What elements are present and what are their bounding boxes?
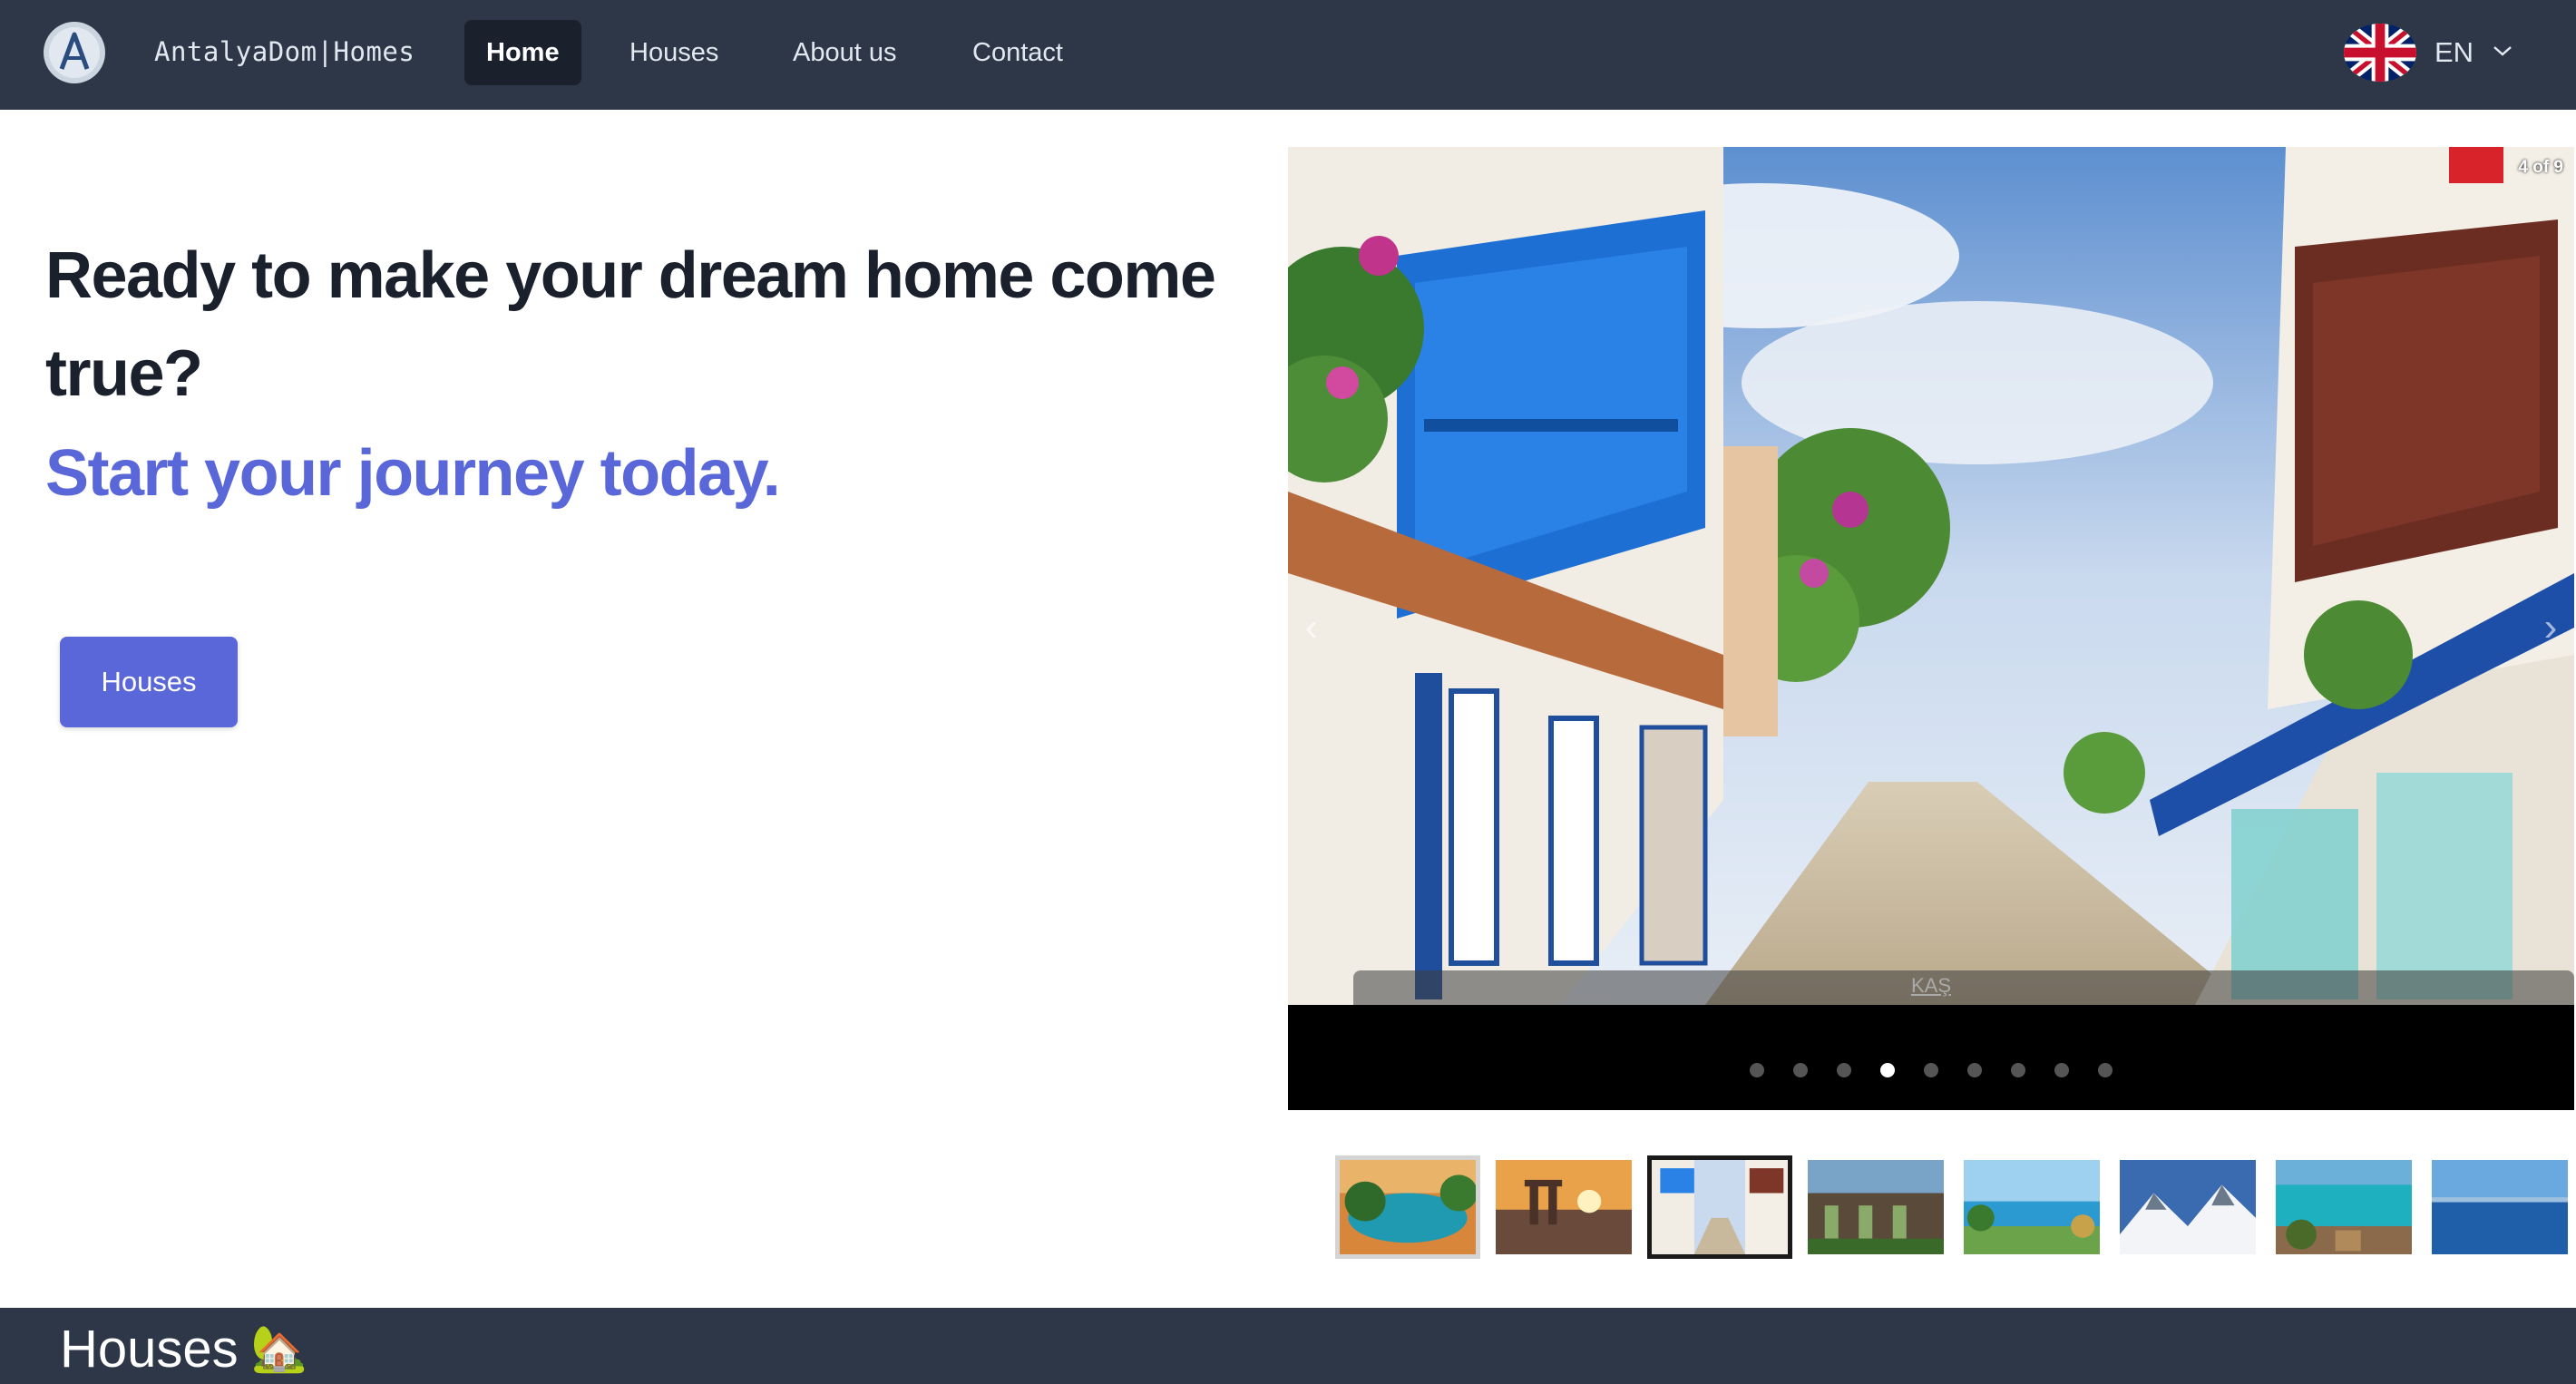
- thumbnail-turquoise-bay[interactable]: [2271, 1155, 2416, 1259]
- thumbnail-sea-horizon[interactable]: [2427, 1155, 2572, 1259]
- thumbnail-aqueduct[interactable]: [1803, 1155, 1948, 1259]
- brand-name[interactable]: AntalyaDom|Homes: [154, 36, 415, 67]
- carousel-dot-active[interactable]: [1880, 1063, 1895, 1077]
- carousel-dot[interactable]: [2054, 1063, 2069, 1077]
- section-title-wrap: Houses 🏡: [60, 1319, 307, 1379]
- language-selector[interactable]: EN: [2344, 20, 2513, 85]
- nav-home[interactable]: Home: [464, 20, 581, 85]
- language-code: EN: [2435, 36, 2474, 68]
- carousel-dot[interactable]: [1793, 1063, 1808, 1077]
- carousel-dot[interactable]: [2011, 1063, 2025, 1077]
- carousel-dots: [1288, 1063, 2574, 1085]
- thumbnail-snow-mountains[interactable]: [2115, 1155, 2260, 1259]
- carousel-next-icon[interactable]: ›: [2532, 600, 2569, 655]
- section-title: Houses: [60, 1320, 239, 1379]
- carousel-slide-image[interactable]: 4 of 9 KAŞ ‹ ›: [1288, 147, 2574, 1005]
- thumbnail-ruins-sunset[interactable]: [1491, 1155, 1636, 1259]
- hero-title: Ready to make your dream home come true?: [45, 239, 1216, 410]
- hero-subtitle: Start your journey today.: [45, 437, 781, 510]
- nav-about-us[interactable]: About us: [771, 20, 918, 85]
- chevron-down-icon: [2492, 44, 2513, 63]
- carousel-dot[interactable]: [1967, 1063, 1982, 1077]
- nav-contact[interactable]: Contact: [951, 20, 1085, 85]
- slide-caption: KAŞ: [1910, 974, 1952, 997]
- carousel-prev-icon[interactable]: ‹: [1293, 600, 1330, 655]
- houses-cta-button[interactable]: Houses: [60, 637, 238, 727]
- thumbnail-kas-street[interactable]: [1647, 1155, 1792, 1259]
- brand-logo-icon[interactable]: [44, 22, 105, 83]
- uk-flag-icon: [2344, 24, 2416, 82]
- thumbnail-lagoon[interactable]: [1335, 1155, 1480, 1259]
- image-carousel: 4 of 9 KAŞ ‹ ›: [1288, 147, 2574, 1110]
- carousel-dot[interactable]: [2098, 1063, 2113, 1077]
- carousel-dot[interactable]: [1924, 1063, 1938, 1077]
- thumbnail-coast-palms[interactable]: [1959, 1155, 2104, 1259]
- carousel-dot[interactable]: [1837, 1063, 1851, 1077]
- nav-houses[interactable]: Houses: [608, 20, 740, 85]
- house-icon: 🏡: [250, 1323, 307, 1374]
- top-navbar: AntalyaDom|Homes Home Houses About us Co…: [0, 0, 2576, 110]
- slide-counter: 4 of 9: [2518, 158, 2563, 177]
- houses-section-header: Houses 🏡: [0, 1308, 2576, 1384]
- carousel-dot[interactable]: [1750, 1063, 1764, 1077]
